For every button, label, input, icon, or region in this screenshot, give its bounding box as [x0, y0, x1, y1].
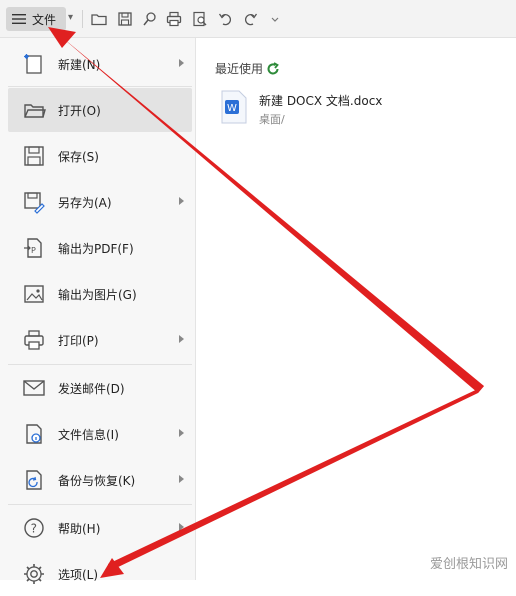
save-icon — [22, 144, 46, 168]
print-icon[interactable] — [165, 10, 183, 28]
backup-icon — [22, 468, 46, 492]
svg-text:W: W — [227, 103, 237, 114]
quick-access-toolbar: 文件 ▾ — [0, 0, 516, 38]
menu-item-export-image[interactable]: 输出为图片(G) — [8, 272, 192, 316]
find-icon[interactable] — [191, 10, 209, 28]
menu-divider — [8, 504, 192, 505]
menu-item-label: 输出为PDF(F) — [58, 241, 134, 256]
file-menu-label: 文件 — [32, 12, 57, 27]
undo-icon[interactable] — [217, 10, 235, 28]
menu-item-label: 保存(S) — [58, 149, 99, 164]
open-folder-icon — [22, 98, 46, 122]
gear-icon — [22, 562, 46, 586]
svg-text:P: P — [31, 246, 36, 255]
menu-divider — [8, 86, 192, 87]
submenu-arrow-icon — [179, 335, 184, 343]
recent-file-name[interactable]: 新建 DOCX 文档.docx — [259, 92, 382, 109]
menu-item-send-mail[interactable]: 发送邮件(D) — [8, 366, 192, 410]
mail-icon — [22, 376, 46, 400]
svg-text:?: ? — [31, 522, 37, 536]
save-as-icon — [22, 190, 46, 214]
refresh-icon[interactable] — [266, 61, 280, 76]
menu-item-label: 打开(O) — [58, 103, 101, 118]
file-menu-panel: 新建(N) 打开(O) 保存(S) 另存为(A) P 输出为PDF(F) 输出为… — [0, 38, 196, 584]
print-preview-icon[interactable] — [141, 10, 159, 28]
redo-icon[interactable] — [241, 10, 259, 28]
menu-item-help[interactable]: ? 帮助(H) — [8, 506, 192, 550]
menu-item-open[interactable]: 打开(O) — [8, 88, 192, 132]
submenu-arrow-icon — [179, 197, 184, 205]
menu-item-label: 新建(N) — [58, 57, 101, 72]
chevron-down-icon[interactable]: ▾ — [68, 12, 73, 23]
menu-item-new[interactable]: 新建(N) — [8, 42, 192, 86]
new-document-icon — [22, 52, 46, 76]
menu-item-export-pdf[interactable]: P 输出为PDF(F) — [8, 226, 192, 270]
word-doc-icon[interactable]: W — [220, 90, 248, 124]
menu-item-file-info[interactable]: 文件信息(I) — [8, 412, 192, 456]
menu-item-label: 备份与恢复(K) — [58, 473, 136, 488]
export-image-icon — [22, 282, 46, 306]
file-menu-button[interactable]: 文件 — [6, 7, 66, 31]
print-icon — [22, 328, 46, 352]
toolbar-divider — [82, 10, 83, 28]
watermark: 爱创根知识网 — [429, 557, 508, 572]
menu-divider — [8, 364, 192, 365]
submenu-arrow-icon — [179, 523, 184, 531]
submenu-arrow-icon — [179, 429, 184, 437]
menu-item-label: 另存为(A) — [58, 195, 112, 210]
submenu-arrow-icon — [179, 59, 184, 67]
more-icon[interactable] — [266, 10, 284, 28]
menu-item-label: 输出为图片(G) — [58, 287, 137, 302]
menu-item-label: 帮助(H) — [58, 521, 101, 536]
recent-files-panel: 最近使用 W 新建 DOCX 文档.docx 桌面/ — [196, 38, 516, 580]
help-icon: ? — [22, 516, 46, 540]
recent-title: 最近使用 — [215, 60, 280, 77]
recent-file-path: 桌面/ — [259, 113, 285, 126]
menu-item-save[interactable]: 保存(S) — [8, 134, 192, 178]
menu-icon — [12, 10, 26, 29]
submenu-arrow-icon — [179, 475, 184, 483]
menu-item-print[interactable]: 打印(P) — [8, 318, 192, 362]
save-icon[interactable] — [116, 10, 134, 28]
open-folder-icon[interactable] — [90, 10, 108, 28]
menu-item-label: 打印(P) — [58, 333, 99, 348]
menu-item-label: 发送邮件(D) — [58, 381, 125, 396]
menu-item-backup[interactable]: 备份与恢复(K) — [8, 458, 192, 502]
file-info-icon — [22, 422, 46, 446]
menu-item-label: 文件信息(I) — [58, 427, 119, 442]
menu-item-save-as[interactable]: 另存为(A) — [8, 180, 192, 224]
menu-item-options[interactable]: 选项(L) — [8, 552, 192, 596]
export-pdf-icon: P — [22, 236, 46, 260]
